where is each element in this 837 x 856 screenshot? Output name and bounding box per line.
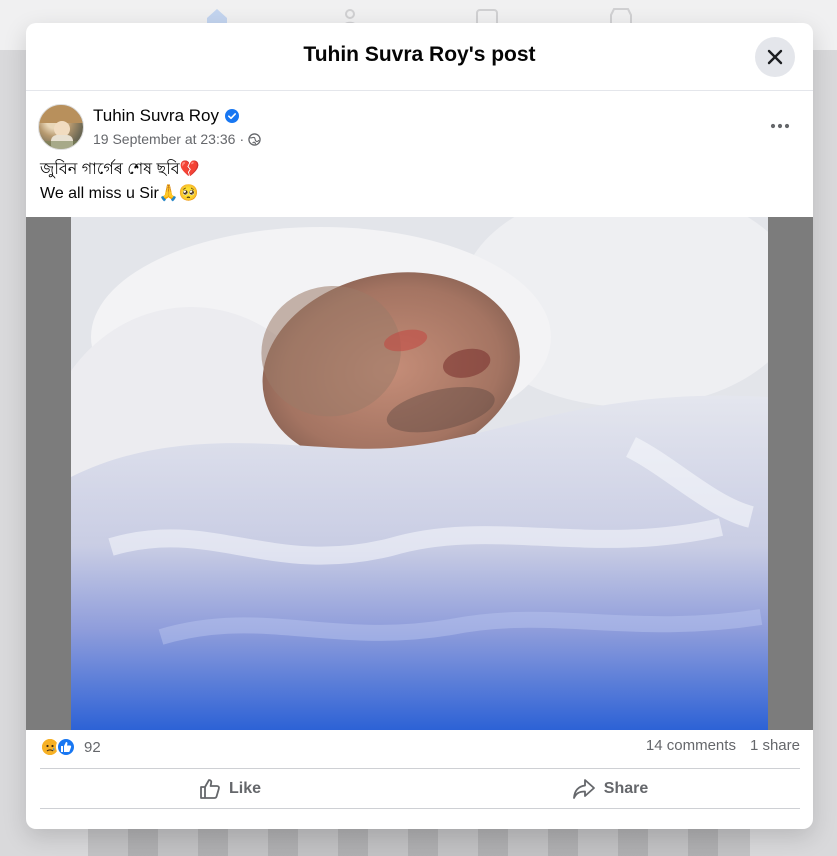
share-icon <box>572 779 595 799</box>
share-label: Share <box>603 780 649 797</box>
post-header: Tuhin Suvra Roy 19 September at 23:36 · <box>38 104 798 154</box>
reactions-summary[interactable]: 92 <box>40 737 101 757</box>
close-button[interactable] <box>755 37 795 77</box>
verified-badge-icon <box>224 109 239 123</box>
shares-count-link[interactable]: 1 share <box>750 737 800 754</box>
post-actions: Like Share <box>40 769 800 809</box>
stats-right: 14 comments 1 share <box>646 737 800 754</box>
like-icon <box>200 779 220 799</box>
post-modal: Tuhin Suvra Roy's post Tuhin Suvra Roy 1… <box>26 23 813 829</box>
globe-icon <box>248 132 261 146</box>
post-text-line-2: We all miss u Sir🙏🥺 <box>40 185 199 202</box>
post-text-line-1: জুবিন গাৰ্গেৰ শেষ ছবি💔 <box>40 161 200 178</box>
share-button[interactable]: Share <box>420 769 800 809</box>
post-stats: 92 14 comments 1 share <box>40 737 800 761</box>
post-text: জুবিন গাৰ্গেৰ শেষ ছবি💔 We all miss u Sir… <box>40 158 200 206</box>
author-name-row: Tuhin Suvra Roy <box>93 106 239 126</box>
post-timestamp[interactable]: 19 September at 23:36 <box>93 131 235 147</box>
modal-title: Tuhin Suvra Roy's post <box>303 43 536 66</box>
background-feed-image <box>88 826 750 856</box>
comments-count-link[interactable]: 14 comments <box>646 737 736 754</box>
post-meta: 19 September at 23:36 · <box>93 131 261 147</box>
like-label: Like <box>228 780 261 797</box>
modal-header: Tuhin Suvra Roy's post <box>26 23 813 91</box>
more-options-icon <box>770 123 790 129</box>
like-reaction-icon <box>56 737 76 757</box>
close-icon <box>767 49 783 65</box>
more-options-button[interactable] <box>762 114 798 138</box>
divider-bottom <box>40 808 800 809</box>
author-name[interactable]: Tuhin Suvra Roy <box>93 106 219 126</box>
post-photo-container[interactable] <box>26 217 813 730</box>
meta-separator: · <box>239 131 245 147</box>
post-photo[interactable] <box>71 217 768 730</box>
avatar[interactable] <box>38 104 84 150</box>
reaction-count: 92 <box>84 738 101 756</box>
like-button[interactable]: Like <box>40 769 420 809</box>
